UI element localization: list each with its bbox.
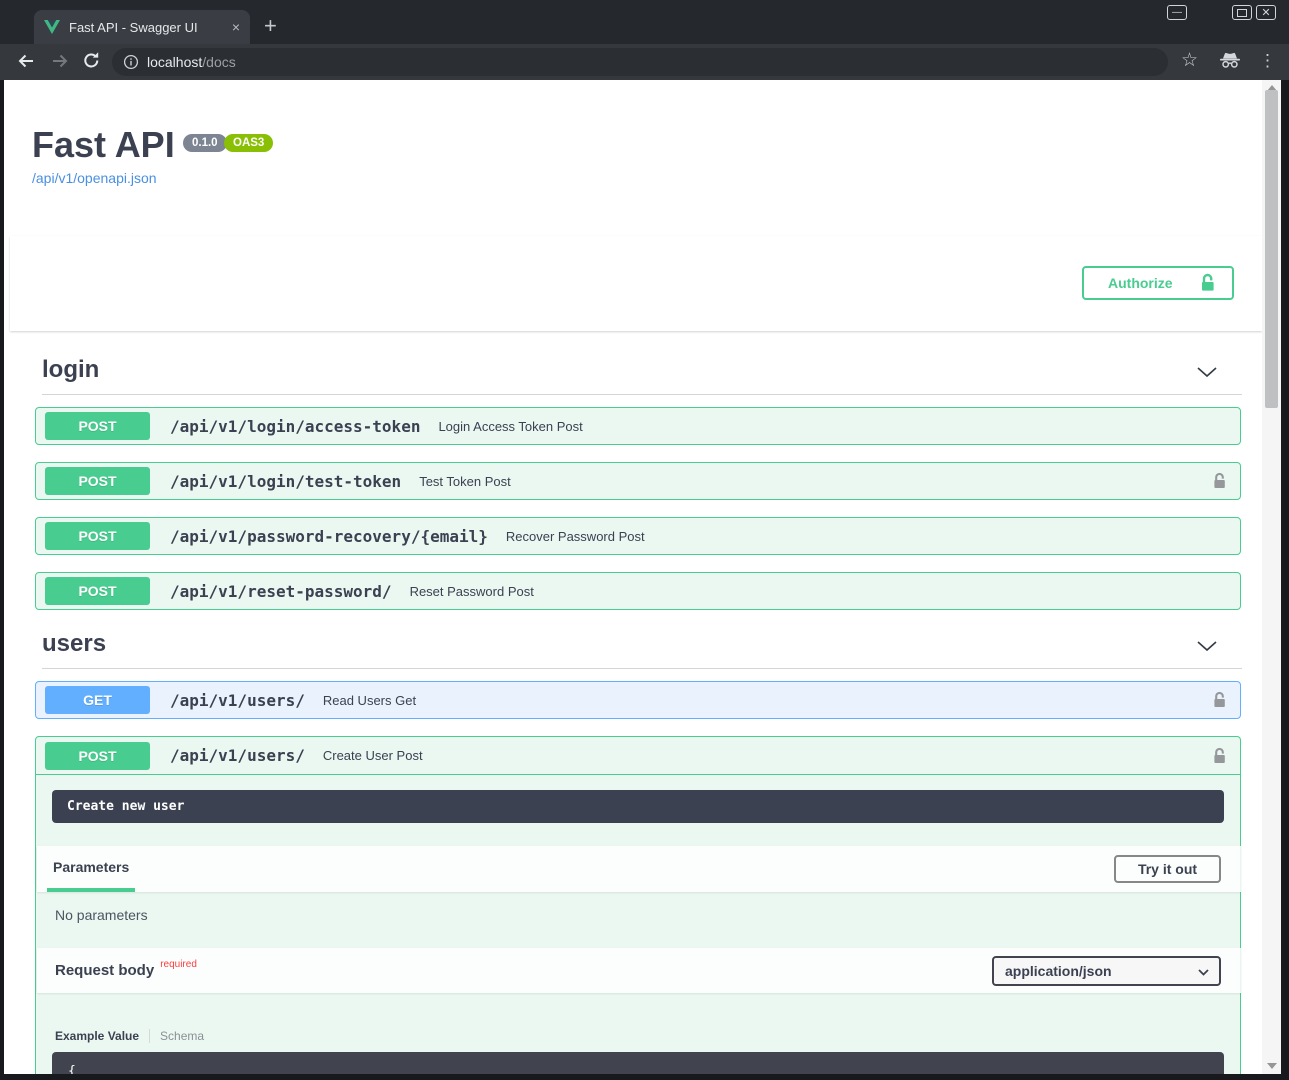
- back-button[interactable]: [16, 51, 36, 71]
- method-badge: POST: [45, 412, 150, 440]
- url-path: /docs: [202, 54, 235, 70]
- endpoint-summary: Reset Password Post: [410, 584, 534, 599]
- tag-title-login: login: [42, 350, 1242, 390]
- unlock-icon[interactable]: [1212, 691, 1227, 709]
- endpoint-block-create-user: POST /api/v1/users/ Create User Post Cre…: [35, 736, 1241, 1074]
- request-body-label: Request body: [55, 962, 154, 979]
- tag-title-users: users: [42, 624, 1242, 664]
- endpoint-row-read-users[interactable]: GET /api/v1/users/ Read Users Get: [35, 681, 1241, 719]
- endpoint-summary: Test Token Post: [419, 474, 511, 489]
- window-border-right: [1281, 80, 1289, 1080]
- browser-tab[interactable]: Fast API - Swagger UI ×: [34, 10, 250, 44]
- endpoint-path: /api/v1/reset-password/: [170, 582, 392, 601]
- window-border-left: [0, 80, 4, 1080]
- tag-section-login[interactable]: login: [42, 350, 1242, 395]
- window-maximize-button[interactable]: [1232, 5, 1252, 20]
- maximize-icon: [1237, 9, 1247, 17]
- parameters-header: Parameters Try it out: [37, 846, 1241, 892]
- tab-title: Fast API - Swagger UI: [69, 20, 226, 35]
- browser-titlebar: Fast API - Swagger UI × + — ✕: [0, 0, 1289, 44]
- unlock-icon: [1199, 273, 1216, 293]
- reload-button[interactable]: [82, 51, 101, 70]
- endpoint-row-login-test-token[interactable]: POST /api/v1/login/test-token Test Token…: [35, 462, 1241, 500]
- method-badge: POST: [45, 742, 150, 770]
- tab-parameters[interactable]: Parameters: [47, 846, 135, 892]
- openapi-spec-link[interactable]: /api/v1/openapi.json: [32, 170, 157, 186]
- version-badge: 0.1.0: [183, 134, 227, 152]
- new-tab-button[interactable]: +: [264, 13, 277, 39]
- media-type-value: application/json: [1005, 963, 1112, 979]
- model-example-tabs: Example Value Schema: [55, 1029, 204, 1043]
- page-scrollbar[interactable]: [1262, 80, 1281, 1074]
- endpoint-summary: Create User Post: [323, 748, 423, 763]
- endpoint-row-login-access-token[interactable]: POST /api/v1/login/access-token Login Ac…: [35, 407, 1241, 445]
- example-code-block: {: [52, 1052, 1224, 1074]
- code-text: {: [68, 1064, 76, 1074]
- scheme-container: Authorize: [10, 236, 1262, 331]
- tab-close-icon[interactable]: ×: [232, 20, 240, 34]
- endpoint-path: /api/v1/login/test-token: [170, 472, 401, 491]
- scrollbar-thumb[interactable]: [1265, 90, 1278, 408]
- unlock-icon[interactable]: [1212, 472, 1227, 490]
- tab-example-value[interactable]: Example Value: [55, 1029, 139, 1043]
- swagger-page: Fast API 0.1.0 OAS3 /api/v1/openapi.json…: [4, 80, 1262, 1074]
- favicon-icon: [44, 20, 60, 35]
- try-it-out-button[interactable]: Try it out: [1114, 855, 1221, 883]
- endpoint-row-create-user[interactable]: POST /api/v1/users/ Create User Post: [36, 737, 1240, 775]
- endpoint-summary: Read Users Get: [323, 693, 416, 708]
- method-badge: GET: [45, 686, 150, 714]
- authorize-label: Authorize: [1108, 275, 1173, 291]
- browser-window: Fast API - Swagger UI × + — ✕ localhost/…: [0, 0, 1289, 1080]
- request-body-header: Request body required application/json: [37, 948, 1241, 993]
- tag-section-users[interactable]: users: [42, 624, 1242, 669]
- no-parameters-text: No parameters: [55, 907, 148, 923]
- endpoint-path: /api/v1/login/access-token: [170, 417, 420, 436]
- chevron-down-icon[interactable]: [1196, 639, 1218, 657]
- operation-description: Create new user: [52, 790, 1224, 823]
- method-badge: POST: [45, 522, 150, 550]
- window-close-button[interactable]: ✕: [1256, 5, 1276, 20]
- scroll-down-arrow-icon[interactable]: [1267, 1063, 1277, 1069]
- page-title: Fast API: [32, 124, 175, 166]
- chevron-down-icon: [1198, 969, 1209, 976]
- endpoint-path: /api/v1/password-recovery/{email}: [170, 527, 488, 546]
- browser-menu-icon[interactable]: ⋮: [1259, 51, 1276, 71]
- tab-divider: [149, 1029, 150, 1043]
- tab-schema[interactable]: Schema: [160, 1029, 204, 1043]
- endpoint-summary: Login Access Token Post: [438, 419, 582, 434]
- window-border-bottom: [0, 1074, 1289, 1080]
- media-type-select[interactable]: application/json: [992, 956, 1221, 986]
- url-host: localhost: [147, 54, 202, 70]
- endpoint-path: /api/v1/users/: [170, 746, 305, 765]
- bookmark-star-icon[interactable]: ☆: [1181, 49, 1198, 72]
- incognito-icon[interactable]: [1219, 52, 1241, 74]
- method-badge: POST: [45, 577, 150, 605]
- method-badge: POST: [45, 467, 150, 495]
- site-info-icon[interactable]: [123, 54, 139, 70]
- required-label: required: [160, 959, 197, 970]
- chevron-down-icon[interactable]: [1196, 365, 1218, 383]
- endpoint-row-password-recovery[interactable]: POST /api/v1/password-recovery/{email} R…: [35, 517, 1241, 555]
- authorize-button[interactable]: Authorize: [1082, 266, 1234, 300]
- endpoint-path: /api/v1/users/: [170, 691, 305, 710]
- unlock-icon[interactable]: [1212, 747, 1227, 765]
- endpoint-summary: Recover Password Post: [506, 529, 645, 544]
- address-bar[interactable]: localhost/docs: [112, 48, 1168, 76]
- forward-button[interactable]: [50, 51, 70, 71]
- oas3-badge: OAS3: [224, 134, 273, 152]
- window-minimize-button[interactable]: —: [1167, 5, 1187, 20]
- endpoint-row-reset-password[interactable]: POST /api/v1/reset-password/ Reset Passw…: [35, 572, 1241, 610]
